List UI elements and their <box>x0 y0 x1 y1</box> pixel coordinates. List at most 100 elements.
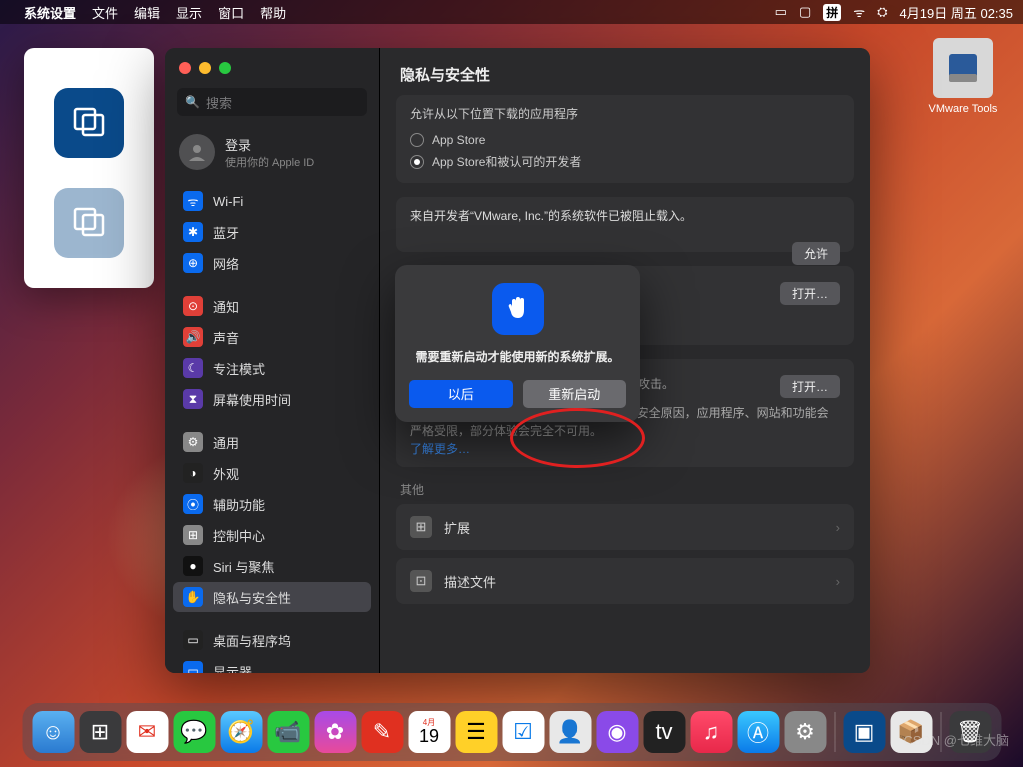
profiles-icon: ⊡ <box>410 570 432 592</box>
dock-finder[interactable]: ☺ <box>32 711 74 753</box>
installer-window[interactable] <box>24 48 154 288</box>
open-button-2[interactable]: 打开… <box>780 375 840 398</box>
dock-notes[interactable]: ☰ <box>455 711 497 753</box>
sidebar-item-网络[interactable]: ⊕网络 <box>173 248 371 278</box>
app-menu[interactable]: 系统设置 <box>24 3 76 22</box>
menubar-datetime[interactable]: 4月19日 周五 02:35 <box>900 3 1013 22</box>
sidebar-item-Wi-Fi[interactable]: ᯤ Wi-Fi <box>173 186 371 216</box>
sidebar-item-隐私与安全性[interactable]: ✋隐私与安全性 <box>173 582 371 612</box>
signin-label: 登录 <box>225 135 314 154</box>
allow-button[interactable]: 允许 <box>792 242 840 265</box>
dock-photos[interactable]: ✿ <box>314 711 356 753</box>
sidebar-item-label: 控制中心 <box>213 526 265 545</box>
apple-id-row[interactable]: 登录 使用你的 Apple ID <box>165 126 379 184</box>
search-icon: 🔍 <box>185 95 200 109</box>
dock-separator <box>834 712 835 752</box>
dock-contacts[interactable]: 👤 <box>549 711 591 753</box>
sidebar-item-Siri 与聚焦[interactable]: ●Siri 与聚焦 <box>173 551 371 581</box>
restart-button[interactable]: 重新启动 <box>523 380 627 408</box>
sidebar-item-通用[interactable]: ⚙ 通用 <box>173 427 371 457</box>
radio-appstore-dev[interactable]: App Store和被认可的开发者 <box>410 150 840 173</box>
window-controls <box>165 48 379 84</box>
dock-facetime[interactable]: 📹 <box>267 711 309 753</box>
profiles-row[interactable]: ⊡ 描述文件 › <box>396 558 854 604</box>
sidebar-icon: ⊕ <box>183 253 203 273</box>
sidebar-icon: ● <box>183 556 203 576</box>
sidebar-item-label: 辅助功能 <box>213 495 265 514</box>
sidebar-icon: ⊙ <box>183 296 203 316</box>
sidebar-item-桌面与程序坞[interactable]: ▭桌面与程序坞 <box>173 625 371 655</box>
sidebar-item-通知[interactable]: ⊙通知 <box>173 291 371 321</box>
chevron-right-icon: › <box>836 520 840 535</box>
sidebar-icon: ⧗ <box>183 389 203 409</box>
restart-dialog: 需要重新启动才能使用新的系统扩展。 以后 重新启动 <box>395 265 640 422</box>
sidebar-item-屏幕使用时间[interactable]: ⧗屏幕使用时间 <box>173 384 371 414</box>
menu-help[interactable]: 帮助 <box>260 3 286 22</box>
sidebar-item-label: Wi-Fi <box>213 194 243 209</box>
dock: ☺ ⊞ ✉ 💬 🧭 📹 ✿ ✎ 4月19 ☰ ☑ 👤 ◉ tv ♫ Ⓐ ⚙ ▣ … <box>22 703 1001 761</box>
sidebar-icon: ☾ <box>183 358 203 378</box>
menu-view[interactable]: 显示 <box>176 3 202 22</box>
search-placeholder: 搜索 <box>206 93 232 112</box>
close-button[interactable] <box>179 62 191 74</box>
sidebar-icon: ᯤ <box>183 191 203 211</box>
sidebar-item-控制中心[interactable]: ⊞控制中心 <box>173 520 371 550</box>
privacy-hand-icon <box>492 283 544 335</box>
sidebar-item-label: 声音 <box>213 328 239 347</box>
minimize-button[interactable] <box>199 62 211 74</box>
sidebar-item-声音[interactable]: 🔊声音 <box>173 322 371 352</box>
sidebar-item-label: 隐私与安全性 <box>213 588 291 607</box>
wifi-icon[interactable]: ᯤ <box>853 3 865 21</box>
input-method-icon[interactable]: 拼 <box>823 4 841 21</box>
open-button-1[interactable]: 打开… <box>780 282 840 305</box>
extensions-row[interactable]: ⊞ 扩展 › <box>396 504 854 550</box>
sidebar-item-外观[interactable]: ◑外观 <box>173 458 371 488</box>
sidebar-icon: ⚙ <box>183 432 203 452</box>
sidebar-item-label: 专注模式 <box>213 359 265 378</box>
dock-settings[interactable]: ⚙ <box>784 711 826 753</box>
blocked-software-group: 来自开发者“VMware, Inc.”的系统软件已被阻止载入。 允许 <box>396 197 854 252</box>
dock-reminders[interactable]: ☑ <box>502 711 544 753</box>
extensions-icon: ⊞ <box>410 516 432 538</box>
dock-appstore[interactable]: Ⓐ <box>737 711 779 753</box>
search-input[interactable]: 🔍 搜索 <box>177 88 367 116</box>
dock-vmware[interactable]: ▣ <box>843 711 885 753</box>
settings-sidebar: 🔍 搜索 登录 使用你的 Apple ID ᯤ Wi-Fi ✱蓝牙⊕网络 ⊙通知🔊声音… <box>165 48 380 673</box>
menubar: 系统设置 文件 编辑 显示 窗口 帮助 ▭ ▢ 拼 ᯤ ⛭ 4月19日 周五 0… <box>0 0 1023 24</box>
dock-freeform[interactable]: ✎ <box>361 711 403 753</box>
learn-more-link[interactable]: 了解更多… <box>410 440 840 457</box>
chevron-right-icon: › <box>836 574 840 589</box>
menu-file[interactable]: 文件 <box>92 3 118 22</box>
avatar-icon <box>179 134 215 170</box>
radio-appstore[interactable]: App Store <box>410 130 840 150</box>
control-center-icon[interactable]: ⛭ <box>877 4 887 20</box>
vmware-app-icon-dim <box>54 188 124 258</box>
stage-manager-icon[interactable]: ▢ <box>799 4 811 20</box>
dock-mail[interactable]: ✉ <box>126 711 168 753</box>
dock-podcasts[interactable]: ◉ <box>596 711 638 753</box>
sidebar-item-label: 通用 <box>213 433 239 452</box>
zoom-button[interactable] <box>219 62 231 74</box>
sidebar-item-蓝牙[interactable]: ✱蓝牙 <box>173 217 371 247</box>
dock-tv[interactable]: tv <box>643 711 685 753</box>
desktop-icon-vmware-tools[interactable]: VMware Tools <box>923 38 1003 115</box>
dock-launchpad[interactable]: ⊞ <box>79 711 121 753</box>
later-button[interactable]: 以后 <box>409 380 513 408</box>
blocked-software-text: 来自开发者“VMware, Inc.”的系统软件已被阻止载入。 <box>410 207 840 224</box>
menu-window[interactable]: 窗口 <box>218 3 244 22</box>
other-section-label: 其他 <box>400 481 850 498</box>
sidebar-list: ᯤ Wi-Fi ✱蓝牙⊕网络 ⊙通知🔊声音 ☾ 专注模式 ⧗屏幕使用时间 ⚙ 通用 ◑外观⦿辅助功… <box>165 184 379 673</box>
dock-calendar[interactable]: 4月19 <box>408 711 450 753</box>
sidebar-item-辅助功能[interactable]: ⦿辅助功能 <box>173 489 371 519</box>
sidebar-item-显示器[interactable]: ▭显示器 <box>173 656 371 673</box>
content-title: 隐私与安全性 <box>380 48 870 95</box>
sidebar-item-label: 蓝牙 <box>213 223 239 242</box>
allow-apps-label: 允许从以下位置下载的应用程序 <box>410 105 840 122</box>
battery-icon[interactable]: ▭ <box>775 4 787 20</box>
disk-icon <box>933 38 993 98</box>
dock-music[interactable]: ♫ <box>690 711 732 753</box>
sidebar-item-专注模式[interactable]: ☾ 专注模式 <box>173 353 371 383</box>
menu-edit[interactable]: 编辑 <box>134 3 160 22</box>
dock-messages[interactable]: 💬 <box>173 711 215 753</box>
dock-safari[interactable]: 🧭 <box>220 711 262 753</box>
